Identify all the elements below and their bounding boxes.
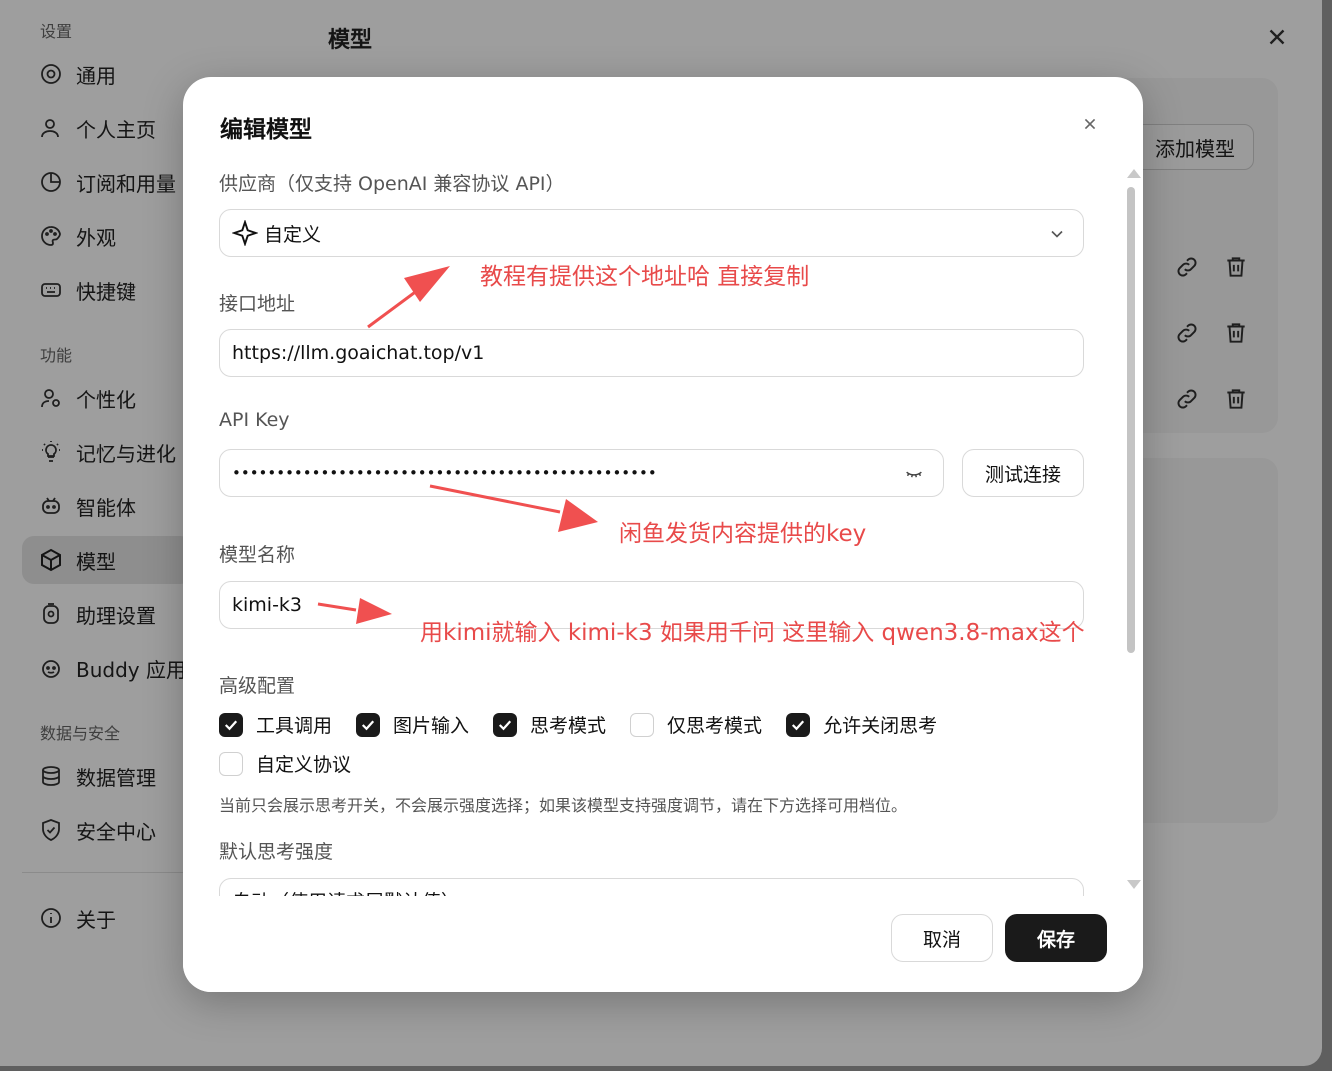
apikey-label: API Key (219, 409, 290, 431)
checkbox-checked-icon[interactable] (786, 712, 811, 737)
default-strength-label: 默认思考强度 (219, 841, 334, 863)
model-name-value: kimi-k3 (232, 594, 303, 616)
sparkle-icon (231, 219, 259, 247)
model-name-label: 模型名称 (219, 544, 296, 566)
checkbox-allow-disable-thinking[interactable]: 允许关闭思考 (786, 711, 937, 738)
dialog-close-icon[interactable] (1079, 113, 1101, 135)
provider-label: 供应商（仅支持 OpenAI 兼容协议 API） (219, 173, 565, 195)
endpoint-label: 接口地址 (219, 293, 296, 315)
checkbox-custom-protocol[interactable]: 自定义协议 (219, 750, 351, 777)
thinking-hint-text: 当前只会展示思考开关，不会展示强度选择；如果该模型支持强度调节，请在下方选择可用… (219, 796, 908, 815)
annotation-model-name-note: 用kimi就输入 kimi-k3 如果用千问 这里输入 qwen3.8-max这… (420, 620, 1085, 646)
endpoint-input[interactable]: https://llm.goaichat.top/v1 (219, 329, 1084, 377)
advanced-label: 高级配置 (219, 675, 296, 697)
checkbox-unchecked-icon[interactable] (219, 751, 243, 776)
checkbox-unchecked-icon[interactable] (630, 712, 655, 737)
test-connection-button[interactable]: 测试连接 (962, 449, 1084, 497)
dialog-scrollbar[interactable] (1123, 169, 1141, 889)
checkbox-label: 允许关闭思考 (823, 715, 938, 737)
checkbox-tool-calling[interactable]: 工具调用 (219, 711, 332, 738)
checkbox-label: 仅思考模式 (667, 715, 763, 737)
provider-value: 自定义 (264, 223, 322, 246)
provider-select[interactable]: 自定义 (219, 209, 1084, 257)
save-button[interactable]: 保存 (1005, 914, 1107, 962)
dialog-title: 编辑模型 (220, 117, 312, 143)
advanced-options-row-2: 自定义协议 (219, 750, 375, 777)
advanced-options-row: 工具调用 图片输入 思考模式 仅思考模式 允许关闭思考 (219, 711, 961, 738)
checkbox-label: 工具调用 (256, 715, 333, 737)
checkbox-label: 图片输入 (393, 715, 470, 737)
checkbox-image-input[interactable]: 图片输入 (356, 711, 469, 738)
chevron-down-icon (1047, 224, 1067, 244)
checkbox-checked-icon[interactable] (493, 712, 518, 737)
scroll-thumb[interactable] (1127, 187, 1135, 653)
checkbox-thinking-only[interactable]: 仅思考模式 (630, 711, 762, 738)
checkbox-thinking-mode[interactable]: 思考模式 (493, 711, 606, 738)
annotation-endpoint-note: 教程有提供这个地址哈 直接复制 (480, 264, 810, 290)
eye-closed-icon[interactable] (903, 463, 925, 485)
scroll-down-icon[interactable] (1127, 880, 1141, 889)
checkbox-checked-icon[interactable] (219, 712, 243, 737)
scroll-up-icon[interactable] (1127, 169, 1141, 178)
cancel-button[interactable]: 取消 (891, 914, 993, 962)
annotation-key-note: 闲鱼发货内容提供的key (619, 521, 867, 547)
checkbox-checked-icon[interactable] (356, 712, 381, 737)
checkbox-label: 思考模式 (530, 715, 607, 737)
apikey-value: ••••••••••••••••••••••••••••••••••••••••… (232, 464, 657, 482)
dialog-footer: 取消 保存 (183, 896, 1143, 992)
apikey-input[interactable]: ••••••••••••••••••••••••••••••••••••••••… (219, 449, 944, 497)
endpoint-value: https://llm.goaichat.top/v1 (232, 342, 485, 364)
checkbox-label: 自定义协议 (256, 754, 352, 776)
